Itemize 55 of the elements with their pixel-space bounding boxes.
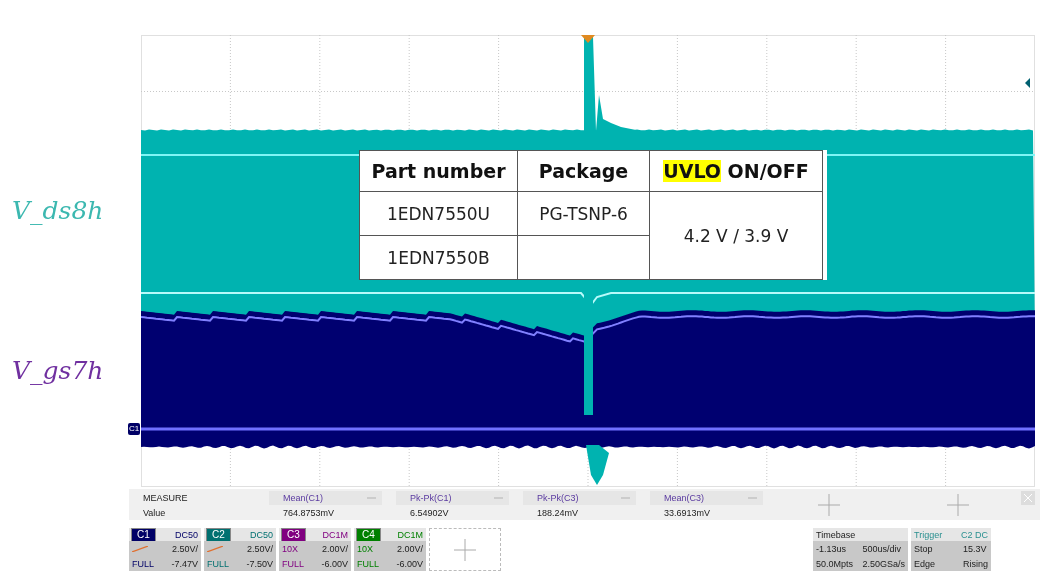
trigger-state: Stop: [914, 543, 934, 554]
table-cell: 1EDN7550U: [359, 191, 518, 236]
scale-value: 2.50V/: [246, 543, 273, 554]
column-header: UVLO ON/OFF: [649, 150, 823, 192]
scale-value: 500us/div: [862, 543, 902, 554]
scale-value: 2.00V/: [396, 543, 423, 554]
trace-label: V_ds8h: [11, 195, 105, 227]
coupling-label: DC1M: [322, 529, 348, 540]
add-icon[interactable]: [817, 493, 840, 516]
offset-value: -7.50V: [246, 558, 273, 569]
table-cell: PG-TSNP-6: [517, 191, 650, 236]
panel-title: Timebase: [816, 529, 856, 540]
trigger-type: Edge: [914, 558, 937, 569]
coupling-label: DC50: [250, 529, 273, 540]
table-cell: 4.2 V / 3.9 V: [649, 191, 823, 280]
offset-value: -6.00V: [321, 558, 348, 569]
scale-value: 2.00V/: [321, 543, 348, 554]
channel-tag: C2: [206, 527, 231, 542]
trigger-slope: Rising: [963, 558, 988, 569]
offset-value: -6.00V: [396, 558, 423, 569]
ground-marker: C1: [128, 423, 141, 435]
trace-label: V_gs7h: [11, 355, 105, 387]
measure-header: MEASURE: [143, 493, 188, 503]
add-channel-slot[interactable]: [429, 528, 501, 571]
memory-value: 50.0Mpts: [816, 558, 855, 569]
measure-value: 188.24mV: [536, 508, 580, 518]
sample-rate: 2.50GSa/s: [862, 558, 905, 569]
channel-tag: C3: [281, 527, 306, 542]
probe-icon: [207, 545, 223, 552]
column-header: Part number: [359, 150, 518, 192]
scale-value: 2.50V/: [171, 543, 198, 554]
channel-tag: C1: [131, 527, 156, 542]
measure-value: 6.54902V: [409, 508, 450, 518]
probe-label: 10X: [357, 543, 374, 554]
coupling-label: DC1M: [397, 529, 423, 540]
bandwidth-label: FULL: [357, 558, 380, 569]
add-icon[interactable]: [946, 493, 969, 516]
bandwidth-label: FULL: [207, 558, 230, 569]
column-header: Package: [517, 150, 650, 192]
probe-icon: [132, 545, 148, 552]
measure-value: 764.8753mV: [282, 508, 336, 518]
trigger-source: C2 DC: [961, 529, 988, 540]
probe-label: 10X: [282, 543, 299, 554]
panel-title: Trigger: [914, 529, 943, 540]
coupling-label: DC50: [175, 529, 198, 540]
add-icon[interactable]: [454, 538, 476, 561]
bandwidth-label: FULL: [132, 558, 155, 569]
table-cell: 1EDN7550B: [359, 235, 518, 280]
delay-value: -1.13us: [816, 543, 848, 554]
channel-tag: C4: [356, 527, 381, 542]
bandwidth-label: FULL: [282, 558, 305, 569]
measure-value: 33.6913mV: [663, 508, 712, 518]
row-label: Value: [143, 508, 167, 518]
trigger-level: 15.3V: [963, 543, 988, 554]
offset-value: -7.47V: [171, 558, 198, 569]
